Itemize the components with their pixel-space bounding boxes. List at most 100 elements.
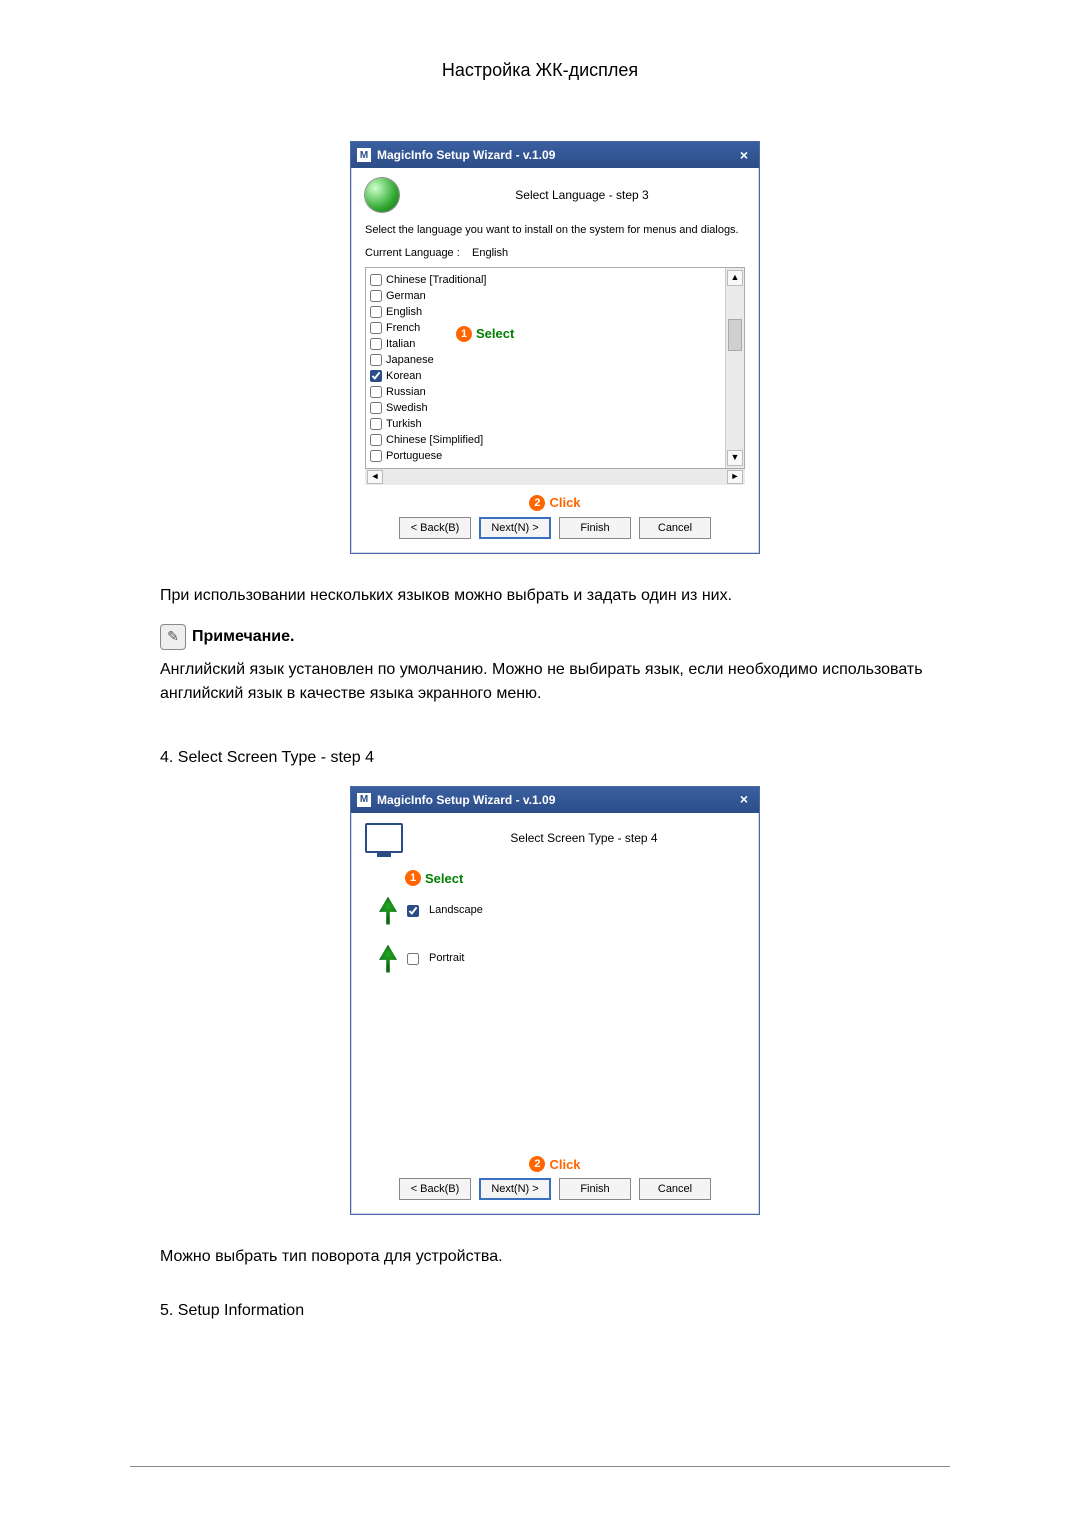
wizard-titlebar: M MagicInfo Setup Wizard - v.1.09 ×	[351, 142, 759, 168]
landscape-label: Landscape	[429, 902, 483, 919]
language-checkbox[interactable]	[370, 386, 382, 398]
step3-instruction: Select the language you want to install …	[365, 222, 745, 239]
note-label: Примечание.	[192, 625, 294, 649]
wizard-step4: M MagicInfo Setup Wizard - v.1.09 × Sele…	[350, 786, 760, 1216]
list-item: Korean	[370, 368, 725, 384]
back-button[interactable]: < Back(B)	[399, 517, 471, 539]
step4-heading: 4. Select Screen Type - step 4	[160, 746, 950, 770]
callout-badge-2: 2	[529, 1156, 545, 1172]
language-list: Chinese [Traditional] German English Fre…	[366, 268, 725, 468]
list-item: English	[370, 304, 725, 320]
note-icon: ✎	[160, 624, 186, 650]
language-checkbox[interactable]	[370, 418, 382, 430]
list-item: Russian	[370, 384, 725, 400]
cancel-button[interactable]: Cancel	[639, 1178, 711, 1200]
language-checkbox[interactable]	[370, 450, 382, 462]
paragraph-after-step4: Можно выбрать тип поворота для устройств…	[160, 1245, 950, 1269]
language-checkbox[interactable]	[370, 290, 382, 302]
list-item: Japanese	[370, 352, 725, 368]
language-label: Turkish	[386, 416, 422, 433]
app-icon: M	[357, 793, 371, 807]
wizard-buttons: < Back(B) Next(N) > Finish Cancel	[365, 517, 745, 539]
note-row: ✎ Примечание.	[160, 624, 950, 650]
close-icon[interactable]: ×	[735, 792, 753, 808]
wizard-title-text: MagicInfo Setup Wizard - v.1.09	[377, 146, 555, 164]
language-label: Chinese [Simplified]	[386, 432, 483, 449]
list-item: German	[370, 288, 725, 304]
list-item: French	[370, 320, 725, 336]
language-checkbox[interactable]	[370, 322, 382, 334]
horizontal-scrollbar[interactable]: ◄ ►	[365, 468, 745, 485]
page-title: Настройка ЖК-дисплея	[130, 60, 950, 81]
list-item: Chinese [Simplified]	[370, 432, 725, 448]
wizard-step3: M MagicInfo Setup Wizard - v.1.09 × Sele…	[350, 141, 760, 554]
callout-select-text: Select	[425, 869, 463, 889]
language-checkbox[interactable]	[370, 338, 382, 350]
app-icon: M	[357, 148, 371, 162]
current-language-value: English	[472, 247, 508, 259]
paragraph-after-step3: При использовании нескольких языков можн…	[160, 584, 950, 608]
close-icon[interactable]: ×	[735, 147, 753, 163]
language-label: Italian	[386, 336, 415, 353]
wizard-buttons: < Back(B) Next(N) > Finish Cancel	[365, 1178, 745, 1200]
scroll-up-icon[interactable]: ▲	[727, 270, 743, 286]
language-label: Japanese	[386, 352, 434, 369]
current-language-row: Current Language : English	[365, 245, 745, 262]
language-checkbox[interactable]	[370, 402, 382, 414]
language-label: English	[386, 304, 422, 321]
finish-button[interactable]: Finish	[559, 1178, 631, 1200]
language-label: Swedish	[386, 400, 428, 417]
scroll-thumb[interactable]	[728, 319, 742, 351]
back-button[interactable]: < Back(B)	[399, 1178, 471, 1200]
click-callout: 2 Click	[365, 493, 745, 513]
language-checkbox[interactable]	[370, 306, 382, 318]
screen-option-landscape: Landscape	[379, 897, 745, 925]
list-item: Italian	[370, 336, 725, 352]
language-checkbox[interactable]	[370, 274, 382, 286]
scroll-right-icon[interactable]: ►	[727, 470, 743, 484]
language-list-container: Chinese [Traditional] German English Fre…	[365, 267, 745, 469]
callout-badge-1: 1	[456, 326, 472, 342]
language-checkbox[interactable]	[370, 434, 382, 446]
portrait-label: Portrait	[429, 950, 464, 967]
screen-option-portrait: Portrait	[379, 945, 745, 973]
hscroll-track[interactable]	[387, 472, 723, 482]
language-label: Chinese [Traditional]	[386, 272, 486, 289]
scroll-track[interactable]	[726, 286, 744, 450]
wizard-title-text: MagicInfo Setup Wizard - v.1.09	[377, 791, 555, 809]
callout-badge-1: 1	[405, 870, 421, 886]
globe-icon	[365, 178, 399, 212]
current-language-label: Current Language :	[365, 247, 460, 259]
language-label: German	[386, 288, 426, 305]
scroll-left-icon[interactable]: ◄	[367, 470, 383, 484]
select-callout: 1 Select	[405, 869, 463, 889]
cancel-button[interactable]: Cancel	[639, 517, 711, 539]
language-label: Portuguese	[386, 448, 442, 465]
language-label: French	[386, 320, 420, 337]
vertical-scrollbar[interactable]: ▲ ▼	[725, 268, 744, 468]
tree-icon	[379, 945, 397, 973]
note-text: Английский язык установлен по умолчанию.…	[160, 658, 950, 706]
finish-button[interactable]: Finish	[559, 517, 631, 539]
scroll-down-icon[interactable]: ▼	[727, 450, 743, 466]
callout-select-text: Select	[476, 324, 514, 344]
monitor-icon	[365, 823, 403, 853]
next-button[interactable]: Next(N) >	[479, 1178, 551, 1200]
language-label: Korean	[386, 368, 421, 385]
tree-icon	[379, 897, 397, 925]
callout-click-text: Click	[549, 1155, 580, 1175]
list-item: Turkish	[370, 416, 725, 432]
list-item: Chinese [Traditional]	[370, 272, 725, 288]
step5-heading: 5. Setup Information	[160, 1299, 950, 1323]
language-checkbox[interactable]	[370, 370, 382, 382]
step3-header: Select Language - step 3	[419, 186, 745, 204]
next-button[interactable]: Next(N) >	[479, 517, 551, 539]
click-callout: 2 Click	[365, 1155, 745, 1175]
list-item: Portuguese	[370, 448, 725, 464]
landscape-checkbox[interactable]	[407, 905, 419, 917]
portrait-checkbox[interactable]	[407, 953, 419, 965]
callout-click-text: Click	[549, 493, 580, 513]
list-item: Swedish	[370, 400, 725, 416]
wizard-titlebar: M MagicInfo Setup Wizard - v.1.09 ×	[351, 787, 759, 813]
language-checkbox[interactable]	[370, 354, 382, 366]
